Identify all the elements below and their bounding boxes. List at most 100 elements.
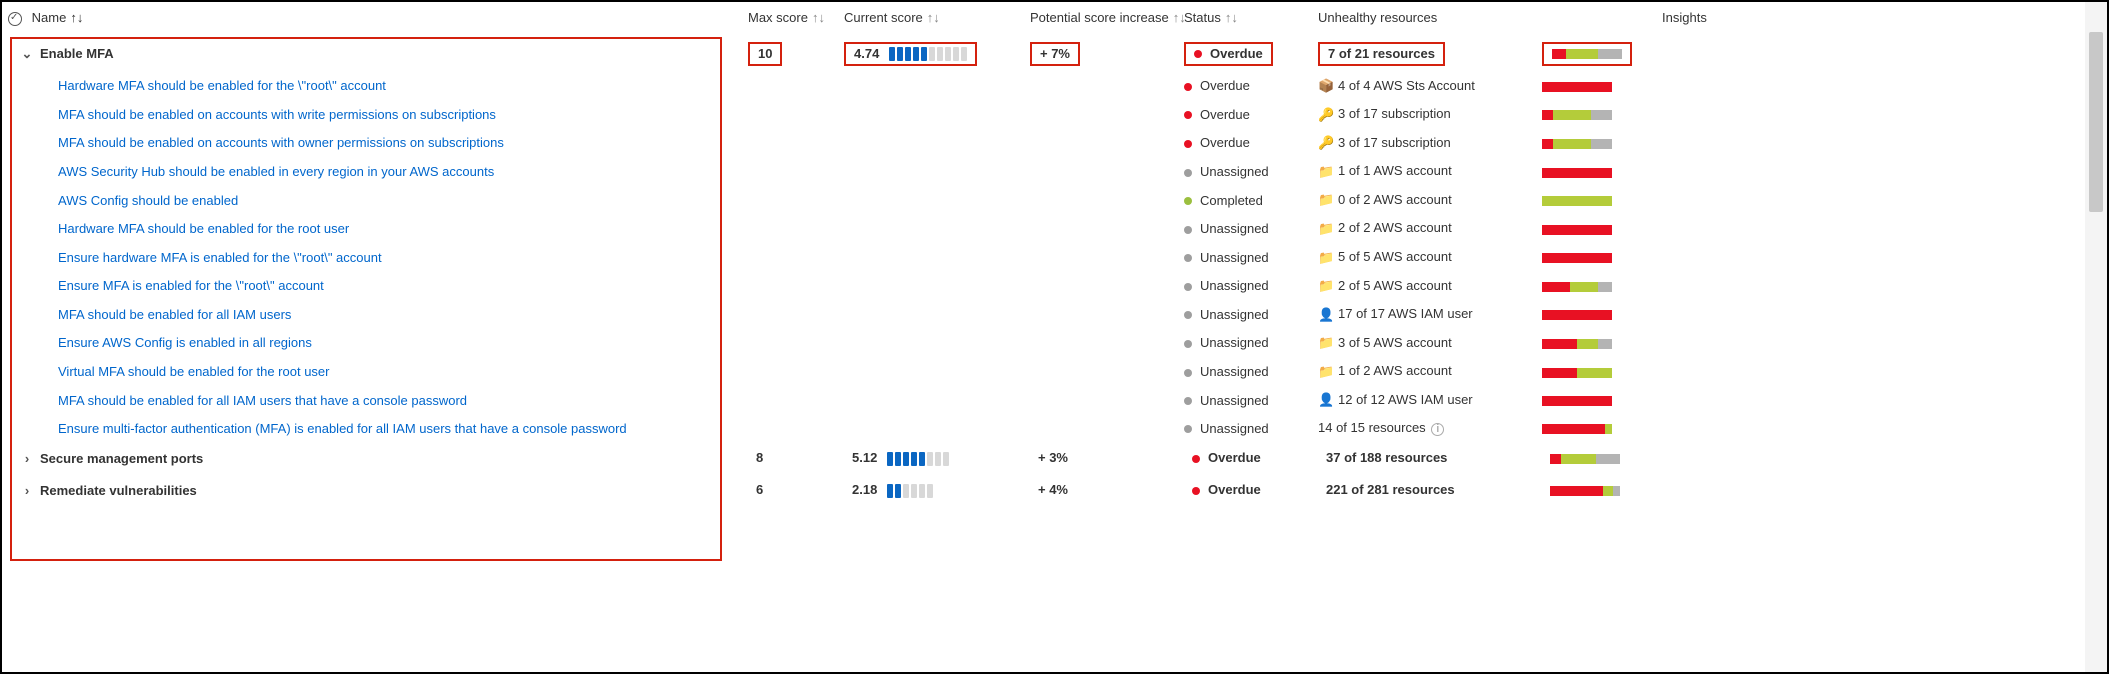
healthbar-cell xyxy=(1536,36,1656,72)
recommendation-link[interactable]: MFA should be enabled for all IAM users xyxy=(58,307,291,322)
chevron-right-icon[interactable]: › xyxy=(20,451,34,466)
recommendation-link[interactable]: Ensure MFA is enabled for the \"root\" a… xyxy=(58,278,324,293)
recommendation-link[interactable]: MFA should be enabled on accounts with w… xyxy=(58,107,496,122)
key-icon: 🔑 xyxy=(1318,135,1334,151)
recommendation-link[interactable]: Hardware MFA should be enabled for the r… xyxy=(58,221,349,236)
score-segments xyxy=(887,452,949,466)
recommendation-row[interactable]: Virtual MFA should be enabled for the ro… xyxy=(2,357,2083,386)
resource-health-bar xyxy=(1542,253,1612,263)
cube-icon: 📦 xyxy=(1318,78,1334,94)
recommendation-row[interactable]: Hardware MFA should be enabled for the \… xyxy=(2,72,2083,101)
unhealthy-cell: 📁3 of 5 AWS account xyxy=(1312,329,1536,358)
recommendation-link[interactable]: Virtual MFA should be enabled for the ro… xyxy=(58,364,329,379)
recommendation-row[interactable]: Ensure hardware MFA is enabled for the \… xyxy=(2,243,2083,272)
column-header-unhealthy[interactable]: Unhealthy resources xyxy=(1312,2,1656,36)
recommendation-row[interactable]: AWS Config should be enabled Completed📁0 … xyxy=(2,186,2083,215)
status-dot-icon xyxy=(1184,169,1192,177)
status-dot-icon xyxy=(1184,83,1192,91)
info-icon[interactable]: i xyxy=(1431,423,1444,436)
recommendation-row[interactable]: MFA should be enabled on accounts with w… xyxy=(2,100,2083,129)
recommendation-row[interactable]: MFA should be enabled for all IAM users U… xyxy=(2,300,2083,329)
column-header-name[interactable]: Name↑↓ xyxy=(2,2,742,36)
recommendation-link[interactable]: Ensure multi-factor authentication (MFA)… xyxy=(58,421,627,436)
resource-health-bar xyxy=(1542,396,1612,406)
status-cell: Unassigned xyxy=(1178,300,1312,329)
recommendation-link[interactable]: AWS Config should be enabled xyxy=(58,193,238,208)
healthbar-cell xyxy=(1536,129,1656,158)
folder-icon: 📁 xyxy=(1318,335,1334,351)
unhealthy-cell: 🔑3 of 17 subscription xyxy=(1312,129,1536,158)
resource-health-bar xyxy=(1542,225,1612,235)
healthbar-cell xyxy=(1536,386,1656,415)
table-header-row: Name↑↓ Max score↑↓ Current score↑↓ Poten… xyxy=(2,2,2083,36)
potential-cell: + 7% xyxy=(1024,36,1178,72)
unhealthy-cell: 14 of 15 resources i xyxy=(1312,414,1536,442)
group-row[interactable]: ›Remediate vulnerabilities62.18 + 4%Over… xyxy=(2,474,2083,506)
healthbar-cell xyxy=(1536,300,1656,329)
group-row[interactable]: ›Secure management ports85.12 + 3%Overdu… xyxy=(2,442,2083,474)
current-score-cell: 5.12 xyxy=(838,442,1024,474)
recommendation-link[interactable]: Ensure hardware MFA is enabled for the \… xyxy=(58,250,382,265)
status-dot-icon xyxy=(1184,340,1192,348)
score-segments xyxy=(887,484,933,498)
group-name: Remediate vulnerabilities xyxy=(40,483,197,498)
status-cell: Completed xyxy=(1178,186,1312,215)
chevron-right-icon[interactable]: › xyxy=(20,483,34,498)
recommendation-row[interactable]: AWS Security Hub should be enabled in ev… xyxy=(2,157,2083,186)
recommendation-link[interactable]: MFA should be enabled on accounts with o… xyxy=(58,135,504,150)
recommendation-link[interactable]: Ensure AWS Config is enabled in all regi… xyxy=(58,335,312,350)
unhealthy-cell: 📁1 of 2 AWS account xyxy=(1312,357,1536,386)
recommendation-link[interactable]: MFA should be enabled for all IAM users … xyxy=(58,393,467,408)
column-header-max-score[interactable]: Max score↑↓ xyxy=(742,2,838,36)
status-cell: Overdue xyxy=(1178,36,1312,72)
column-header-status[interactable]: Status↑↓ xyxy=(1178,2,1312,36)
unhealthy-cell: 📁2 of 5 AWS account xyxy=(1312,272,1536,301)
healthbar-cell xyxy=(1536,186,1656,215)
unhealthy-cell: 📁5 of 5 AWS account xyxy=(1312,243,1536,272)
status-dot-icon xyxy=(1184,397,1192,405)
unhealthy-cell: 👤17 of 17 AWS IAM user xyxy=(1312,300,1536,329)
group-row[interactable]: ⌄Enable MFA104.74 + 7%Overdue7 of 21 res… xyxy=(2,36,2083,72)
column-header-current-score[interactable]: Current score↑↓ xyxy=(838,2,1024,36)
column-header-insights[interactable]: Insights xyxy=(1656,2,2083,36)
resource-health-bar xyxy=(1542,168,1612,178)
unhealthy-cell: 📁0 of 2 AWS account xyxy=(1312,186,1536,215)
column-header-potential[interactable]: Potential score increase↑↓ xyxy=(1024,2,1178,36)
unhealthy-cell: 👤12 of 12 AWS IAM user xyxy=(1312,386,1536,415)
scrollbar-thumb[interactable] xyxy=(2089,32,2103,212)
status-cell: Unassigned xyxy=(1178,386,1312,415)
healthbar-cell xyxy=(1536,243,1656,272)
unhealthy-cell: 221 of 281 resources xyxy=(1312,474,1536,506)
resource-health-bar xyxy=(1542,310,1612,320)
group-name: Enable MFA xyxy=(40,46,114,61)
recommendation-row[interactable]: Hardware MFA should be enabled for the r… xyxy=(2,214,2083,243)
max-score-cell: 10 xyxy=(742,36,838,72)
status-cell: Unassigned xyxy=(1178,329,1312,358)
status-dot-icon xyxy=(1192,455,1200,463)
select-all-icon[interactable] xyxy=(8,12,22,26)
status-cell: Unassigned xyxy=(1178,214,1312,243)
chevron-down-icon[interactable]: ⌄ xyxy=(20,46,34,62)
iam-icon: 👤 xyxy=(1318,392,1334,408)
recommendation-row[interactable]: Ensure MFA is enabled for the \"root\" a… xyxy=(2,272,2083,301)
recommendation-row[interactable]: Ensure AWS Config is enabled in all regi… xyxy=(2,329,2083,358)
status-dot-icon xyxy=(1184,283,1192,291)
resource-health-bar xyxy=(1542,139,1612,149)
healthbar-cell xyxy=(1536,157,1656,186)
max-score-cell: 8 xyxy=(742,442,838,474)
recommendation-row[interactable]: Ensure multi-factor authentication (MFA)… xyxy=(2,414,2083,442)
scrollbar[interactable] xyxy=(2085,2,2107,672)
status-cell: Unassigned xyxy=(1178,157,1312,186)
status-dot-icon xyxy=(1192,487,1200,495)
recommendation-link[interactable]: AWS Security Hub should be enabled in ev… xyxy=(58,164,494,179)
folder-icon: 📁 xyxy=(1318,164,1334,180)
recommendation-row[interactable]: MFA should be enabled for all IAM users … xyxy=(2,386,2083,415)
unhealthy-cell: 🔑3 of 17 subscription xyxy=(1312,100,1536,129)
recommendation-row[interactable]: MFA should be enabled on accounts with o… xyxy=(2,129,2083,158)
resource-health-bar xyxy=(1542,424,1612,434)
healthbar-cell xyxy=(1536,214,1656,243)
healthbar-cell xyxy=(1536,474,1656,506)
current-score-cell: 4.74 xyxy=(838,36,1024,72)
recommendation-link[interactable]: Hardware MFA should be enabled for the \… xyxy=(58,78,386,93)
resource-health-bar xyxy=(1542,282,1612,292)
